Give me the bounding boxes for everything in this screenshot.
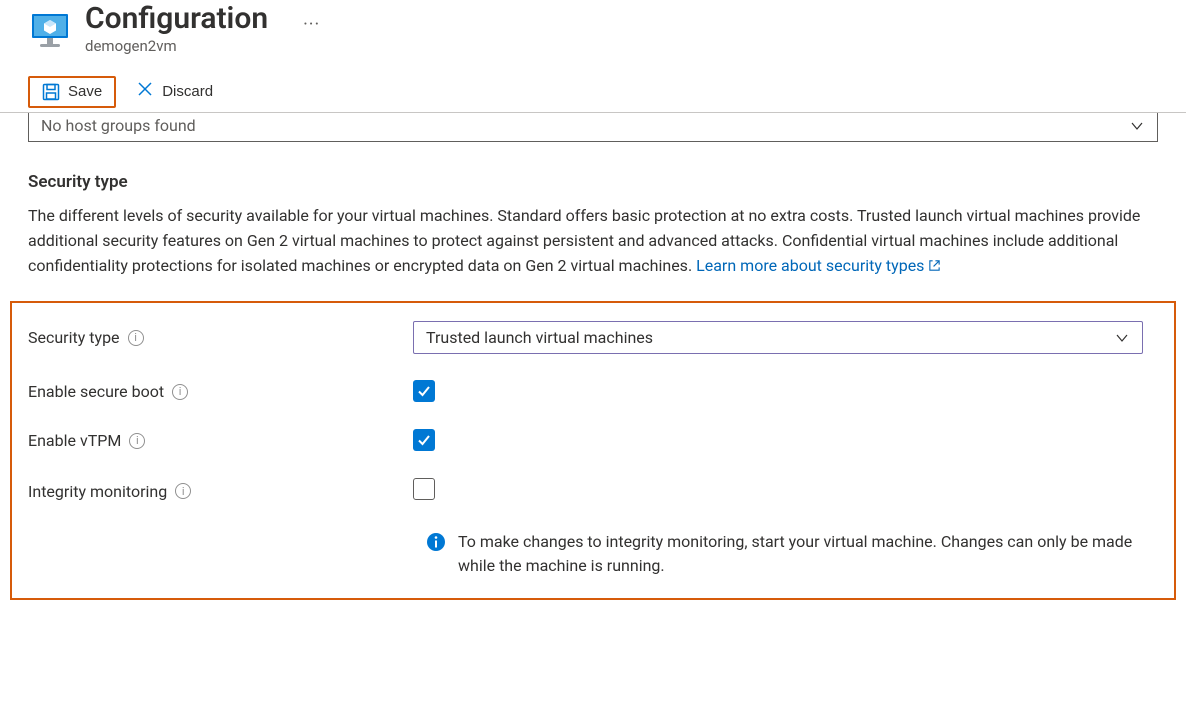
secure-boot-label: Enable secure boot — [28, 382, 164, 401]
security-type-heading: Security type — [28, 172, 1158, 192]
security-type-select-value: Trusted launch virtual machines — [426, 328, 653, 347]
secure-boot-checkbox[interactable] — [413, 380, 435, 402]
chevron-down-icon — [1114, 330, 1130, 346]
integrity-monitoring-label: Integrity monitoring — [28, 482, 167, 501]
vm-icon — [30, 10, 70, 50]
host-group-dropdown[interactable]: No host groups found — [28, 113, 1158, 142]
security-type-label: Security type — [28, 328, 120, 347]
page-title: Configuration — [85, 2, 268, 35]
external-link-icon — [928, 255, 941, 280]
integrity-monitoring-checkbox[interactable] — [413, 478, 435, 500]
save-button-label: Save — [68, 83, 102, 100]
discard-button-label: Discard — [162, 83, 213, 100]
vtpm-label: Enable vTPM — [28, 431, 121, 450]
learn-more-link[interactable]: Learn more about security types — [696, 256, 941, 275]
vtpm-checkbox[interactable] — [413, 429, 435, 451]
info-icon[interactable]: i — [129, 433, 145, 449]
save-icon — [42, 83, 60, 101]
more-actions-button[interactable]: ··· — [303, 14, 320, 35]
save-button[interactable]: Save — [30, 78, 114, 106]
info-icon[interactable]: i — [128, 330, 144, 346]
close-icon — [136, 80, 154, 103]
chevron-down-icon — [1129, 118, 1145, 134]
info-icon[interactable]: i — [175, 483, 191, 499]
security-type-select[interactable]: Trusted launch virtual machines — [413, 321, 1143, 354]
page-subtitle: demogen2vm — [85, 37, 268, 55]
discard-button[interactable]: Discard — [124, 75, 225, 108]
integrity-monitoring-note: To make changes to integrity monitoring,… — [458, 530, 1146, 578]
security-settings-panel: Security type i Trusted launch virtual m… — [10, 301, 1176, 600]
security-type-description: The different levels of security availab… — [28, 204, 1148, 279]
host-group-value: No host groups found — [41, 116, 196, 135]
info-solid-icon — [426, 532, 446, 552]
info-icon[interactable]: i — [172, 384, 188, 400]
